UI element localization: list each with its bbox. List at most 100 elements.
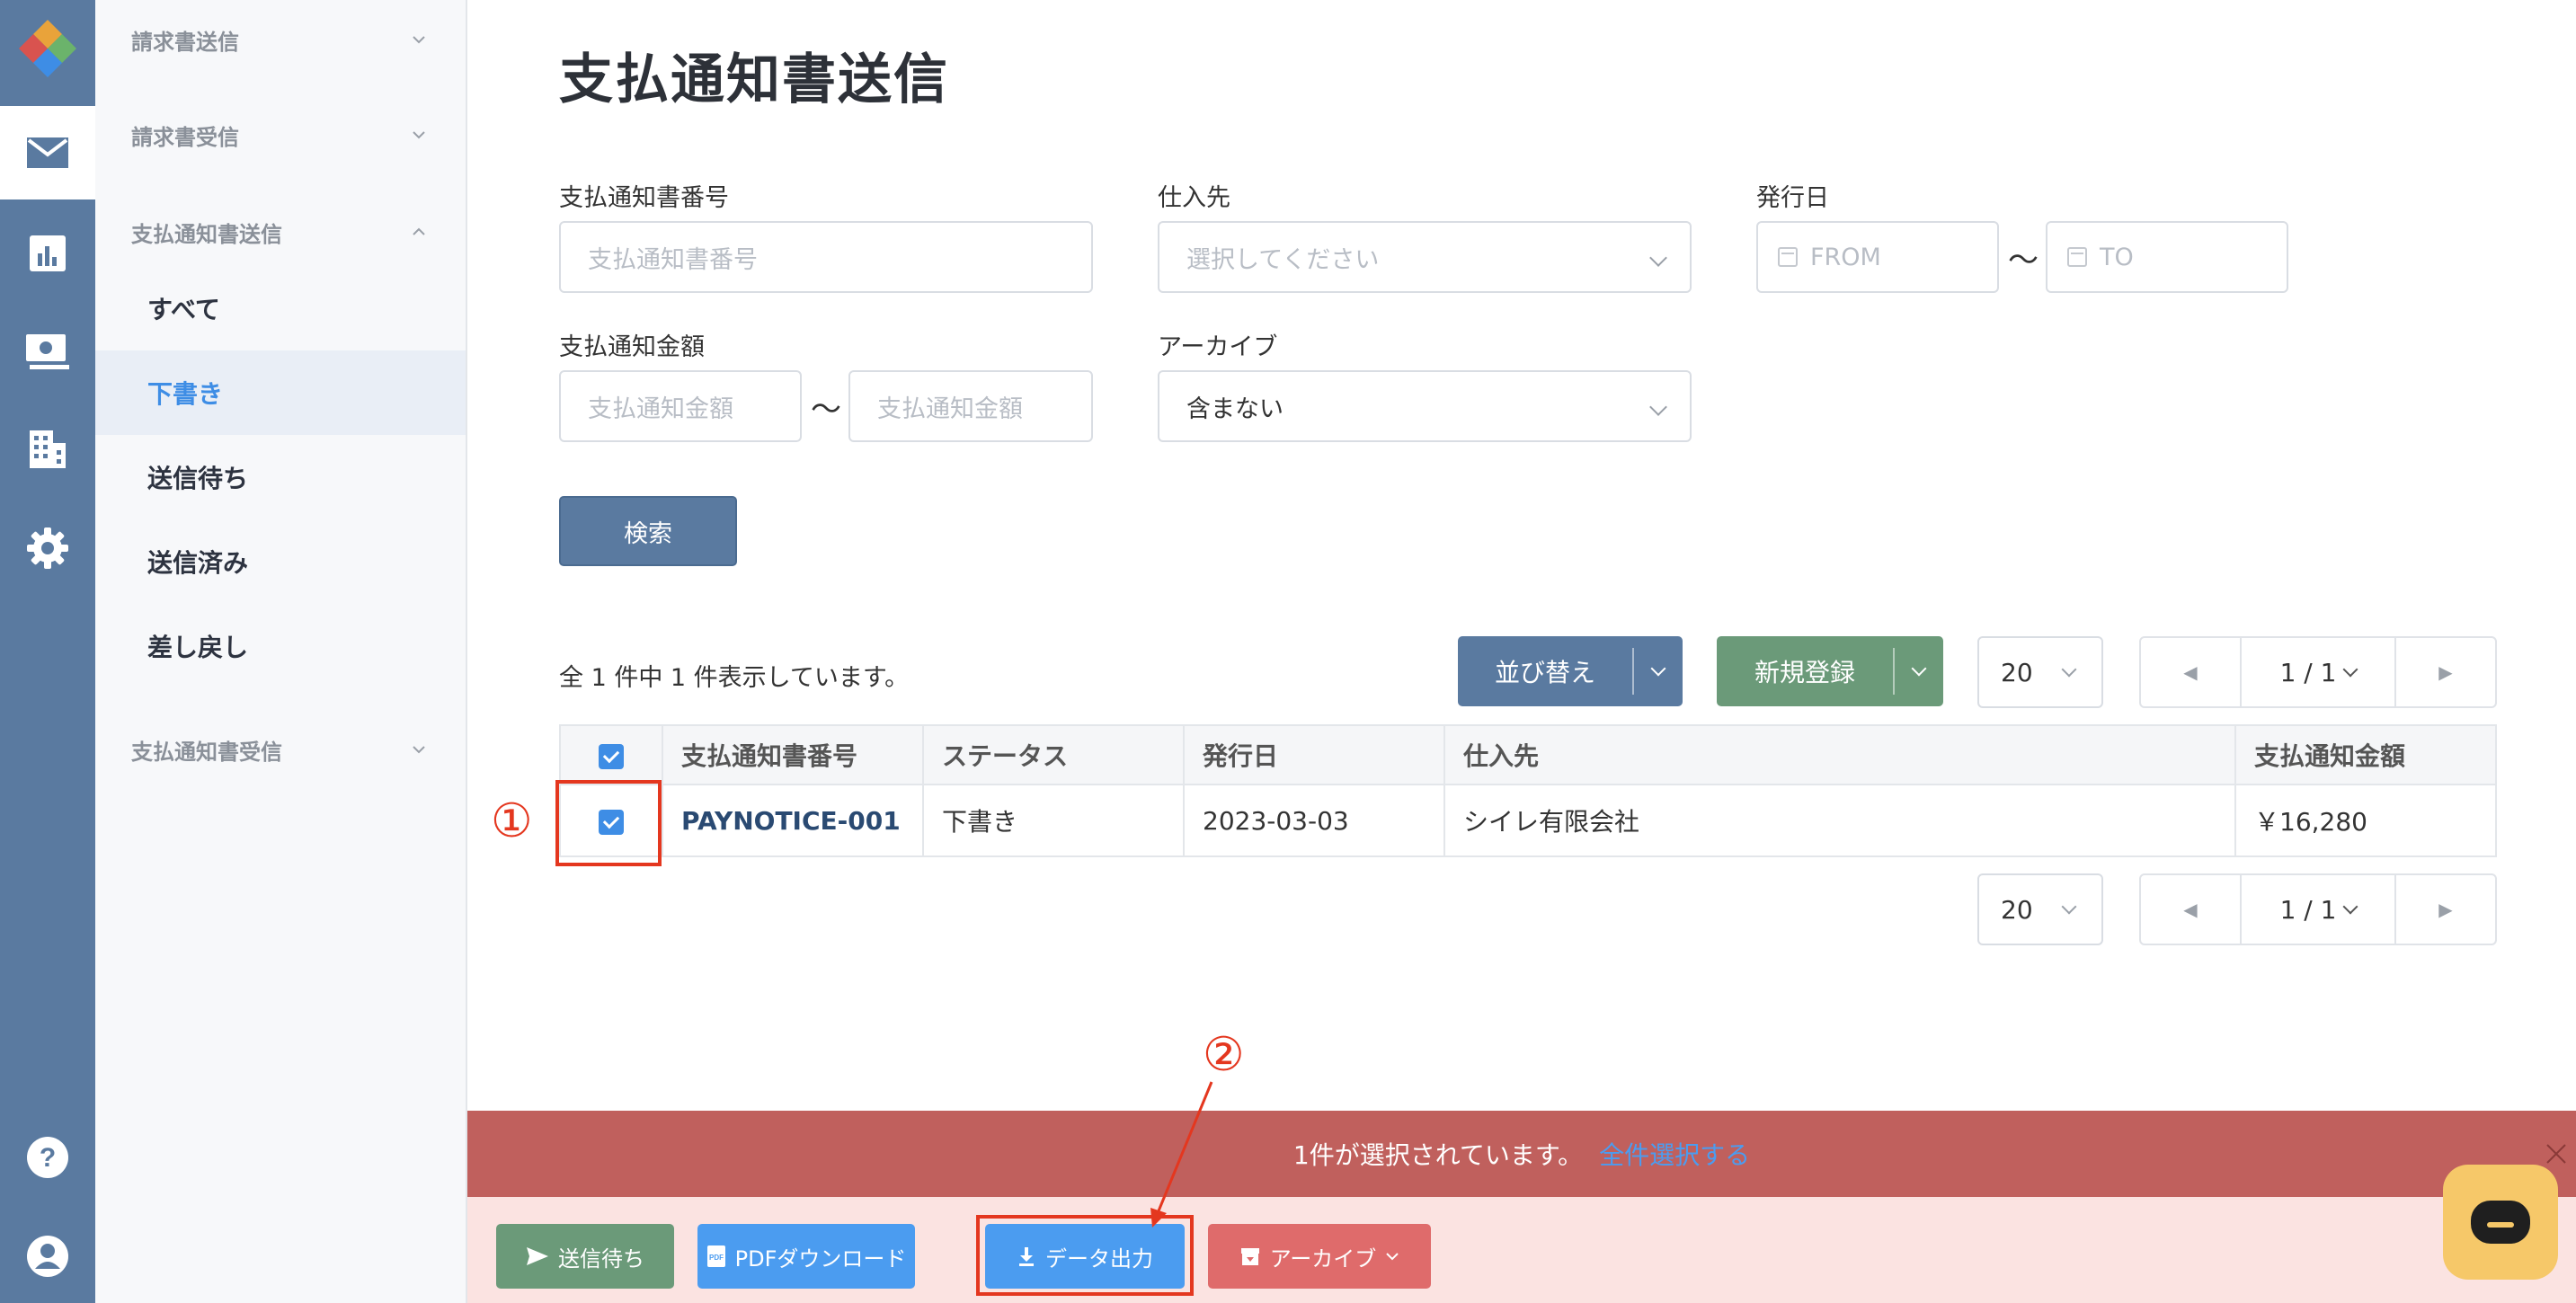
date-to-placeholder: TO [2100,243,2134,271]
bar-chart-icon [30,235,66,271]
sidebar-item-label: すべて [147,295,220,324]
sidebar-item-label: 下書き [147,379,224,409]
number-label: 支払通知書番号 [559,184,729,212]
number-placeholder: 支払通知書番号 [588,245,758,274]
select-all-link[interactable]: 全件選択する [1599,1136,1750,1172]
account-nav[interactable] [0,1210,95,1303]
next-page-button[interactable]: ▶ [2396,638,2495,706]
sidebar-item-pending[interactable]: 送信待ち [95,435,466,519]
notice-table: 支払通知書番号 ステータス 発行日 仕入先 支払通知金額 PAYNOTICE-0… [559,724,2497,857]
sidebar-group-invoice-receive[interactable]: 請求書受信 [95,108,466,162]
page-title: 支払通知書送信 [559,49,949,111]
pdf-download-button[interactable]: PDF PDFダウンロード [697,1224,915,1289]
sidebar-item-sent[interactable]: 送信済み [95,519,466,604]
pagination-bottom: ◀ 1 / 1 ▶ [2139,873,2497,945]
chevron-down-icon[interactable] [1895,660,1943,677]
calendar-icon [1778,247,1798,267]
col-number[interactable]: 支払通知書番号 [662,724,924,785]
archive-select[interactable]: 含まない [1158,370,1692,442]
help-nav[interactable]: ? [0,1111,95,1204]
sidebar-group-notice-send[interactable]: 支払通知書送信 [95,205,466,259]
notice-number-link[interactable]: PAYNOTICE-001 [681,806,901,836]
row-number-cell: PAYNOTICE-001 [662,784,924,857]
close-icon[interactable] [2544,1141,2569,1166]
per-page-value: 20 [2001,894,2033,925]
col-amount[interactable]: 支払通知金額 [2234,724,2497,785]
chat-support-button[interactable] [2443,1165,2558,1280]
svg-text:?: ? [40,1143,56,1173]
chevron-down-icon [1649,398,1667,416]
sort-button[interactable]: 並び替え [1458,636,1683,706]
sidebar-item-label: 送信待ち [147,464,249,493]
sidebar-item-all[interactable]: すべて [95,266,466,350]
col-supplier[interactable]: 仕入先 [1443,724,2236,785]
per-page-select-bottom[interactable]: 20 [1977,873,2103,945]
chevron-down-icon [413,131,425,139]
archive-button[interactable]: アーカイブ [1208,1224,1431,1289]
prev-page-button[interactable]: ◀ [2141,875,2240,944]
date-separator: 〜 [2008,243,2039,279]
companies-nav[interactable] [0,403,95,496]
supplier-placeholder: 選択してください [1186,245,1380,274]
sidebar-group-invoice-send[interactable]: 請求書送信 [95,13,466,66]
page-select[interactable]: 1 / 1 [2240,638,2396,706]
sort-button-label: 並び替え [1494,658,1595,687]
sub-sidebar: 請求書送信 請求書受信 支払通知書送信 すべて 下書き 送信待ち 送信済み 差し… [95,0,467,1303]
chevron-down-icon [2342,899,2358,915]
payments-nav[interactable] [0,306,95,399]
table-row[interactable]: PAYNOTICE-001 下書き 2023-03-03 シイレ有限会社 ￥16… [559,784,2497,857]
annotation-number-1: ① [491,794,533,848]
prev-page-button[interactable]: ◀ [2141,638,2240,706]
chevron-down-icon [413,36,425,44]
svg-text:PDF: PDF [709,1254,724,1262]
app-logo[interactable] [12,13,84,84]
page-text: 1 / 1 [2279,894,2337,925]
chevron-down-icon [1649,249,1667,267]
page-select[interactable]: 1 / 1 [2240,875,2396,944]
col-status[interactable]: ステータス [922,724,1185,785]
money-icon [26,334,69,369]
chevron-down-icon [2061,661,2077,678]
sidebar-item-returned[interactable]: 差し戻し [95,604,466,688]
sidebar-group-label: 請求書受信 [131,124,239,150]
chevron-down-icon[interactable] [1634,660,1683,677]
next-page-button[interactable]: ▶ [2396,875,2495,944]
amount-min-placeholder: 支払通知金額 [588,394,733,423]
date-from-input[interactable]: FROM [1756,221,1999,293]
pdf-icon: PDF [706,1245,725,1267]
building-icon [30,430,66,468]
table-header-row: 支払通知書番号 ステータス 発行日 仕入先 支払通知金額 [559,724,2497,785]
per-page-value: 20 [2001,657,2033,687]
supplier-select[interactable]: 選択してください [1158,221,1692,293]
sidebar-item-label: 送信済み [147,548,249,578]
archive-box-icon [1240,1248,1259,1265]
supplier-label: 仕入先 [1158,184,1230,212]
settings-nav[interactable] [0,501,95,595]
chevron-down-icon [2061,899,2077,915]
sidebar-group-notice-receive[interactable]: 支払通知書受信 [95,722,466,776]
sidebar-group-label: 支払通知書受信 [131,739,282,765]
search-button[interactable]: 検索 [559,496,737,566]
user-icon [27,1236,68,1277]
amount-label: 支払通知金額 [559,333,705,361]
amount-max-input[interactable]: 支払通知金額 [848,370,1093,442]
icon-rail: ? [0,0,95,1303]
send-wait-button[interactable]: 送信待ち [496,1224,674,1289]
number-input[interactable]: 支払通知書番号 [559,221,1093,293]
new-button[interactable]: 新規登録 [1717,636,1943,706]
row-amount-cell: ￥16,280 [2234,784,2497,857]
sidebar-item-draft[interactable]: 下書き [95,350,466,435]
amount-separator: 〜 [811,392,841,428]
mail-nav[interactable] [0,106,95,199]
pdf-download-label: PDFダウンロード [734,1245,907,1272]
amount-min-input[interactable]: 支払通知金額 [559,370,802,442]
date-to-input[interactable]: TO [2046,221,2288,293]
per-page-select-top[interactable]: 20 [1977,636,2103,708]
reports-nav[interactable] [0,207,95,300]
help-icon: ? [27,1137,68,1178]
annotation-arrow [1150,1081,1213,1228]
select-all-checkbox[interactable] [599,743,624,769]
annotation-box-checkbox [555,780,662,866]
chat-icon [2471,1201,2530,1244]
col-date[interactable]: 発行日 [1183,724,1445,785]
